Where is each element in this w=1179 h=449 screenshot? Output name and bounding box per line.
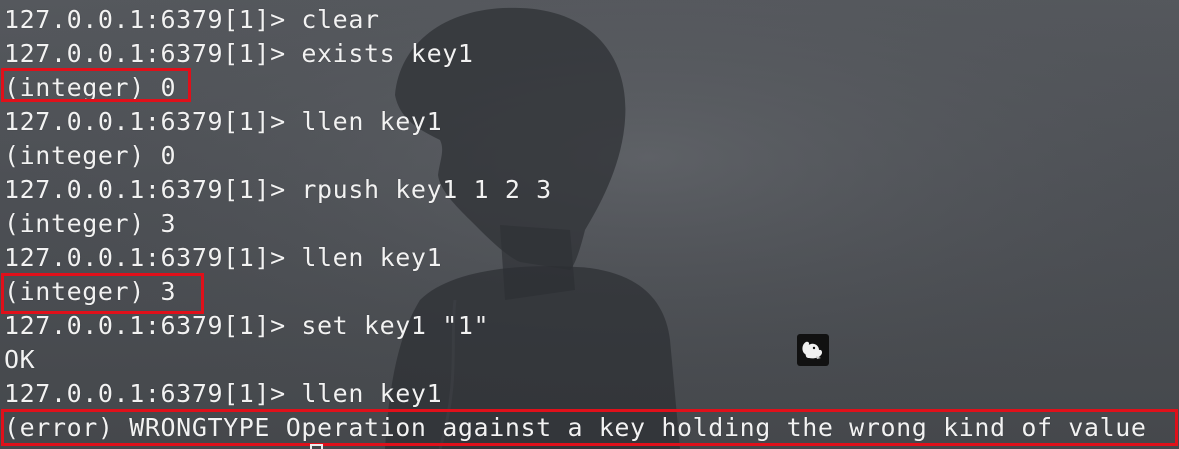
terminal-window[interactable]: 127.0.0.1:6379[1]> clear 127.0.0.1:6379[…	[0, 0, 1179, 449]
terminal-line: (integer) 0	[4, 141, 177, 170]
terminal-line: 127.0.0.1:6379[1]> llen key1	[4, 107, 443, 136]
terminal-line: 127.0.0.1:6379[1]> llen key1	[4, 243, 443, 272]
text-cursor	[310, 444, 323, 449]
squirrel-app-icon[interactable]	[797, 334, 829, 366]
terminal-line: (error) WRONGTYPE Operation against a ke…	[4, 413, 1147, 442]
terminal-line: OK	[4, 345, 36, 374]
terminal-line: 127.0.0.1:6379[1]> exists key1	[4, 39, 474, 68]
terminal-line: (integer) 0	[4, 73, 177, 102]
terminal-line: (integer) 3	[4, 209, 177, 238]
terminal-line: 127.0.0.1:6379[1]> llen key1	[4, 379, 443, 408]
terminal-line: 127.0.0.1:6379[1]> set key1 "1"	[4, 311, 490, 340]
terminal-line: 127.0.0.1:6379[1]> rpush key1 1 2 3	[4, 175, 552, 204]
terminal-output: 127.0.0.1:6379[1]> clear 127.0.0.1:6379[…	[4, 4, 1147, 446]
terminal-line: (integer) 3	[4, 277, 177, 306]
squirrel-icon	[802, 341, 823, 359]
terminal-line: 127.0.0.1:6379[1]> clear	[4, 5, 380, 34]
